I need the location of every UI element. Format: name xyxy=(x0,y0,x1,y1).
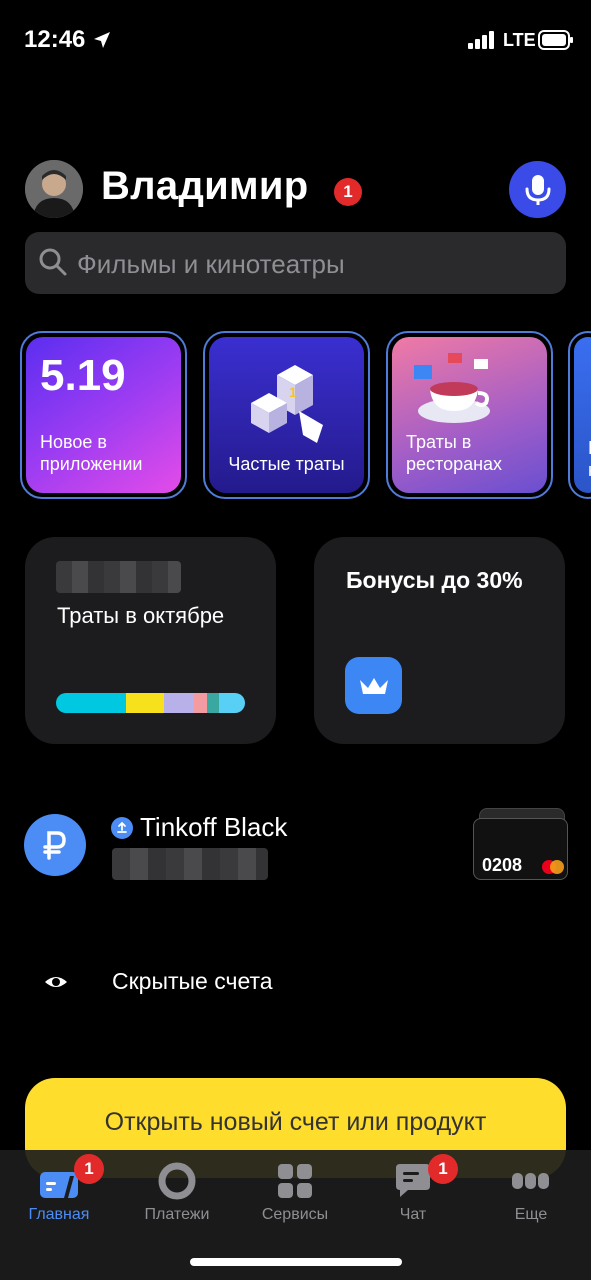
home-icon xyxy=(40,1172,78,1198)
story-restaurant-spending[interactable]: Траты в ресторанах xyxy=(386,331,553,499)
status-time: 12:46 xyxy=(24,26,86,53)
tab-chat[interactable]: 1 Чат xyxy=(354,1150,472,1240)
teacup-illustration xyxy=(414,353,490,423)
account-balance-hidden xyxy=(112,848,268,880)
more-icon xyxy=(512,1173,549,1189)
location-arrow-icon xyxy=(94,32,110,48)
story-label: Новое в приложении xyxy=(40,432,143,474)
search-bar[interactable]: Фильмы и кинотеатры xyxy=(25,232,566,294)
tab-label: Чат xyxy=(399,1206,427,1223)
spending-segment xyxy=(163,693,194,713)
notification-badge: 1 xyxy=(334,178,362,206)
microphone-icon xyxy=(525,174,550,205)
eye-icon xyxy=(45,977,67,987)
ruble-icon xyxy=(24,814,86,876)
spending-segment xyxy=(56,693,126,713)
crown-icon xyxy=(345,657,402,714)
card-number: 0208 xyxy=(482,855,523,875)
tab-label: Еще xyxy=(514,1206,548,1223)
story-partial[interactable]: В н xyxy=(568,331,591,499)
svg-text:1: 1 xyxy=(289,384,297,400)
hidden-accounts-label: Скрытые счета xyxy=(112,968,273,994)
story-version: 5.19 xyxy=(40,351,126,400)
story-label: Частые траты xyxy=(228,454,345,474)
tab-label: Сервисы xyxy=(261,1206,329,1223)
tab-services[interactable]: Сервисы xyxy=(236,1150,354,1240)
avatar[interactable] xyxy=(25,160,83,218)
battery-icon xyxy=(538,30,573,50)
home-indicator xyxy=(190,1258,402,1266)
status-bar: 12:46 LTE xyxy=(0,0,591,80)
tab-payments[interactable]: Платежи xyxy=(118,1150,236,1240)
spending-label: Траты в октябре xyxy=(57,603,225,628)
tab-label: Главная xyxy=(28,1206,90,1223)
spending-segment xyxy=(218,693,245,713)
chat-icon xyxy=(396,1164,430,1197)
story-label: Траты в ресторанах xyxy=(406,432,503,474)
avatar-photo xyxy=(25,160,83,218)
user-name[interactable]: Владимир xyxy=(101,164,309,209)
bonus-tile[interactable]: Бонусы до 30% xyxy=(314,537,565,744)
mastercard-icon xyxy=(542,860,564,874)
search-placeholder: Фильмы и кинотеатры xyxy=(77,249,345,279)
card-front: 0208 xyxy=(473,818,568,880)
services-icon xyxy=(278,1164,312,1198)
search-icon xyxy=(39,248,67,276)
tab-more[interactable]: Еще xyxy=(472,1150,590,1240)
network-label: LTE xyxy=(503,30,536,50)
podium-illustration: 1 xyxy=(251,365,323,443)
bonus-title: Бонусы до 30% xyxy=(346,567,523,593)
tab-label: Платежи xyxy=(144,1206,210,1223)
tab-badge: 1 xyxy=(428,1154,458,1184)
tab-home[interactable]: 1 Главная xyxy=(0,1150,118,1240)
story-new-in-app[interactable]: 5.19 Новое в приложении xyxy=(20,331,187,499)
account-row[interactable]: Tinkoff Black 0208 xyxy=(0,800,591,900)
hidden-accounts-row[interactable]: Скрытые счета xyxy=(0,955,591,1009)
payments-icon xyxy=(158,1162,196,1200)
tab-badge: 1 xyxy=(74,1154,104,1184)
story-frequent-spending[interactable]: 1 Частые траты xyxy=(203,331,370,499)
spending-segment xyxy=(207,693,219,713)
cta-label: Открыть новый счет или продукт xyxy=(104,1108,487,1136)
upload-icon xyxy=(111,817,133,839)
card-thumbnail[interactable]: 0208 xyxy=(473,808,568,880)
spending-amount-hidden xyxy=(56,561,181,593)
voice-assistant-button[interactable] xyxy=(509,161,566,218)
spending-segment xyxy=(125,693,164,713)
spending-bar xyxy=(56,693,245,713)
spending-segment xyxy=(193,693,208,713)
signal-icon xyxy=(468,31,494,49)
account-name: Tinkoff Black xyxy=(140,812,288,842)
spending-tile[interactable]: Траты в октябре xyxy=(25,537,276,744)
